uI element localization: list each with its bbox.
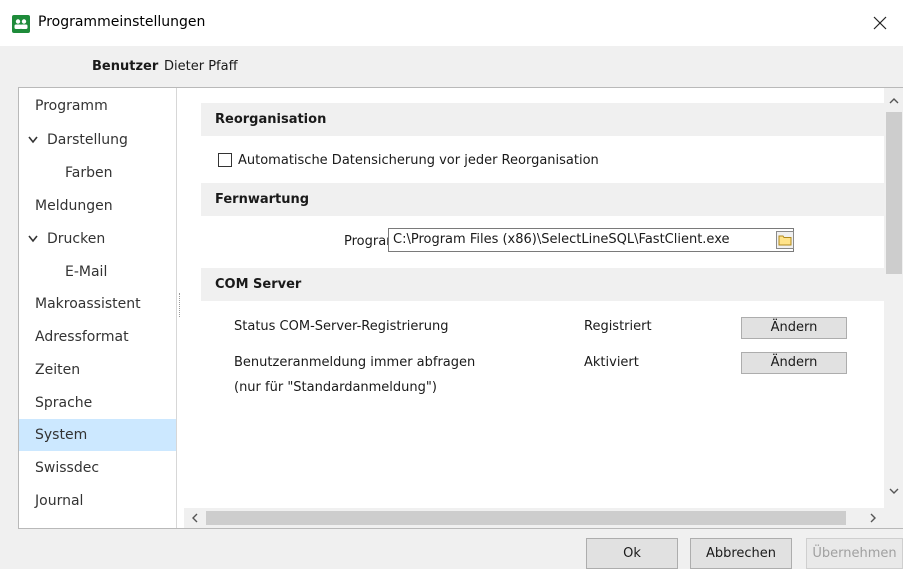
nav-item-farben[interactable]: Farben bbox=[19, 157, 176, 189]
settings-nav: Programm Darstellung Farben Meldungen Dr… bbox=[19, 88, 177, 528]
nav-item-journal[interactable]: Journal bbox=[19, 485, 176, 517]
change-login-button[interactable]: Ändern bbox=[741, 352, 847, 374]
nav-item-drucken[interactable]: Drucken bbox=[19, 223, 176, 255]
com-registration-status: Registriert bbox=[584, 319, 652, 334]
window-title: Programmeinstellungen bbox=[38, 14, 206, 30]
com-registration-label: Status COM-Server-Registrierung bbox=[234, 319, 449, 334]
scroll-left-icon[interactable] bbox=[190, 513, 200, 523]
settings-panel: Programm Darstellung Farben Meldungen Dr… bbox=[18, 87, 903, 529]
scroll-up-icon[interactable] bbox=[889, 96, 899, 106]
scroll-right-icon[interactable] bbox=[868, 513, 878, 523]
standard-login-note: (nur für "Standardanmeldung") bbox=[234, 380, 437, 395]
close-icon bbox=[873, 16, 887, 30]
folder-icon bbox=[776, 231, 794, 249]
nav-item-swissdec[interactable]: Swissdec bbox=[19, 452, 176, 484]
browse-folder-button[interactable] bbox=[776, 231, 794, 249]
vertical-scroll-thumb[interactable] bbox=[886, 112, 902, 274]
scrollbar-corner bbox=[884, 508, 903, 528]
horizontal-scroll-thumb[interactable] bbox=[206, 511, 846, 525]
splitter-handle[interactable] bbox=[179, 293, 182, 317]
apply-button[interactable]: Übernehmen bbox=[806, 538, 903, 569]
nav-item-darstellung[interactable]: Darstellung bbox=[19, 124, 176, 156]
nav-item-zeiten[interactable]: Zeiten bbox=[19, 354, 176, 386]
close-button[interactable] bbox=[857, 0, 903, 46]
section-reorganisation-header: Reorganisation bbox=[201, 103, 884, 136]
horizontal-scrollbar[interactable] bbox=[184, 508, 884, 528]
nav-item-sprache[interactable]: Sprache bbox=[19, 387, 176, 419]
settings-content: Reorganisation Automatische Datensicheru… bbox=[184, 88, 884, 508]
change-registration-button[interactable]: Ändern bbox=[741, 317, 847, 339]
user-bar: Benutzer Dieter Pfaff bbox=[0, 46, 903, 86]
user-login-status: Aktiviert bbox=[584, 355, 639, 370]
vertical-scrollbar[interactable] bbox=[884, 88, 903, 508]
nav-item-makroassistent[interactable]: Makroassistent bbox=[19, 288, 176, 320]
user-name: Dieter Pfaff bbox=[164, 59, 238, 74]
auto-backup-checkbox[interactable] bbox=[218, 153, 232, 167]
auto-backup-option[interactable]: Automatische Datensicherung vor jeder Re… bbox=[218, 151, 599, 169]
auto-backup-label[interactable]: Automatische Datensicherung vor jeder Re… bbox=[238, 153, 599, 168]
scroll-down-icon[interactable] bbox=[889, 486, 899, 496]
nav-item-system[interactable]: System bbox=[19, 419, 176, 451]
program-path-input[interactable]: C:\Program Files (x86)\SelectLineSQL\Fas… bbox=[388, 228, 794, 252]
user-login-label: Benutzeranmeldung immer abfragen bbox=[234, 355, 476, 370]
app-users-icon bbox=[12, 15, 30, 33]
nav-item-meldungen[interactable]: Meldungen bbox=[19, 190, 176, 222]
ok-button[interactable]: Ok bbox=[586, 538, 678, 569]
cancel-button[interactable]: Abbrechen bbox=[690, 538, 792, 569]
nav-item-adressformat[interactable]: Adressformat bbox=[19, 321, 176, 353]
user-label: Benutzer bbox=[92, 59, 159, 74]
title-bar: Programmeinstellungen bbox=[0, 0, 903, 46]
nav-item-programm[interactable]: Programm bbox=[19, 90, 176, 122]
section-fernwartung-header: Fernwartung bbox=[201, 183, 884, 216]
section-com-server-header: COM Server bbox=[201, 268, 884, 301]
nav-item-email[interactable]: E-Mail bbox=[19, 256, 176, 288]
